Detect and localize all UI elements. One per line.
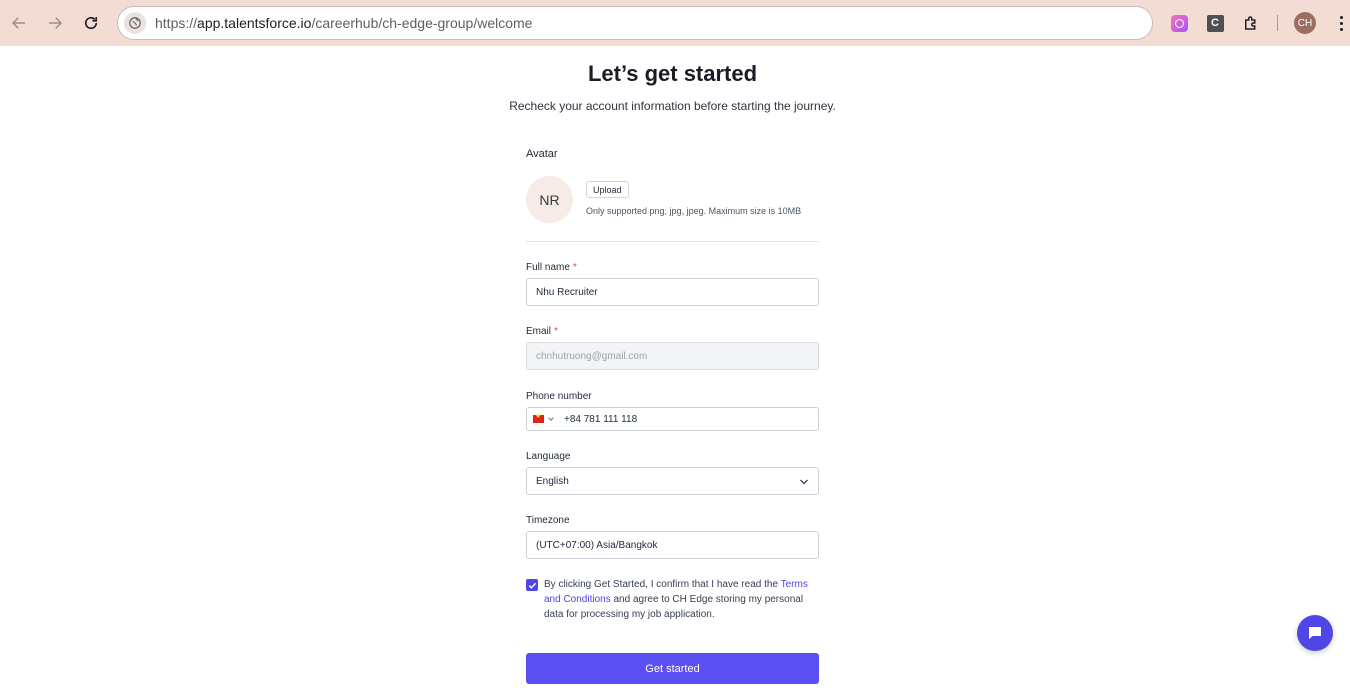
full-name-label: Full name * <box>526 262 577 273</box>
arrow-left-icon <box>11 17 25 29</box>
page-title: Let’s get started <box>587 61 758 86</box>
timezone-select[interactable]: (UTC+07:00) Asia/Bangkok <box>526 531 819 559</box>
phone-input[interactable]: +84 781 111 118 <box>526 407 819 431</box>
language-label: Language <box>526 451 571 462</box>
chevron-down-icon <box>800 479 808 485</box>
upload-hint: Only supported png, jpg, jpeg. Maximum s… <box>586 206 802 216</box>
email-field: chnhutruong@gmail.com <box>526 342 819 370</box>
back-button[interactable] <box>7 11 31 35</box>
language-select[interactable]: English <box>526 467 819 495</box>
terms-consent-text: By clicking Get Started, I confirm that … <box>544 579 808 620</box>
arrow-right-icon <box>49 17 63 29</box>
chat-icon <box>1309 627 1321 639</box>
chat-widget-button[interactable] <box>1297 615 1333 651</box>
timezone-label: Timezone <box>526 515 570 526</box>
extension-c-icon[interactable]: C <box>1205 13 1225 33</box>
toolbar-divider <box>1277 15 1278 31</box>
check-icon <box>528 582 536 589</box>
reload-icon <box>84 16 98 30</box>
avatar-label: Avatar <box>526 148 558 160</box>
phone-label: Phone number <box>526 391 592 402</box>
address-bar[interactable]: https://app.talentsforce.io/careerhub/ch… <box>117 6 1153 40</box>
page-subtitle: Recheck your account information before … <box>509 99 836 113</box>
extensions-puzzle-icon[interactable] <box>1241 13 1261 33</box>
forward-button[interactable] <box>43 11 67 35</box>
get-started-button[interactable]: Get started <box>526 653 819 684</box>
browser-menu-icon[interactable] <box>1331 13 1350 33</box>
upload-button[interactable]: Upload <box>586 181 629 198</box>
site-info-icon[interactable] <box>124 12 146 34</box>
url-text: https://app.talentsforce.io/careerhub/ch… <box>155 15 533 31</box>
email-label: Email * <box>526 326 558 337</box>
browser-toolbar: https://app.talentsforce.io/careerhub/ch… <box>0 0 1350 46</box>
profile-avatar[interactable]: CH <box>1294 12 1316 34</box>
full-name-input[interactable]: Nhu Recruiter <box>526 278 819 306</box>
vietnam-flag-icon[interactable] <box>533 412 544 423</box>
extension-gradient-icon[interactable] <box>1169 13 1189 33</box>
avatar: NR <box>526 176 573 223</box>
terms-checkbox[interactable] <box>526 579 538 591</box>
chevron-down-icon[interactable] <box>547 415 555 423</box>
reload-button[interactable] <box>79 11 103 35</box>
divider <box>526 241 819 242</box>
